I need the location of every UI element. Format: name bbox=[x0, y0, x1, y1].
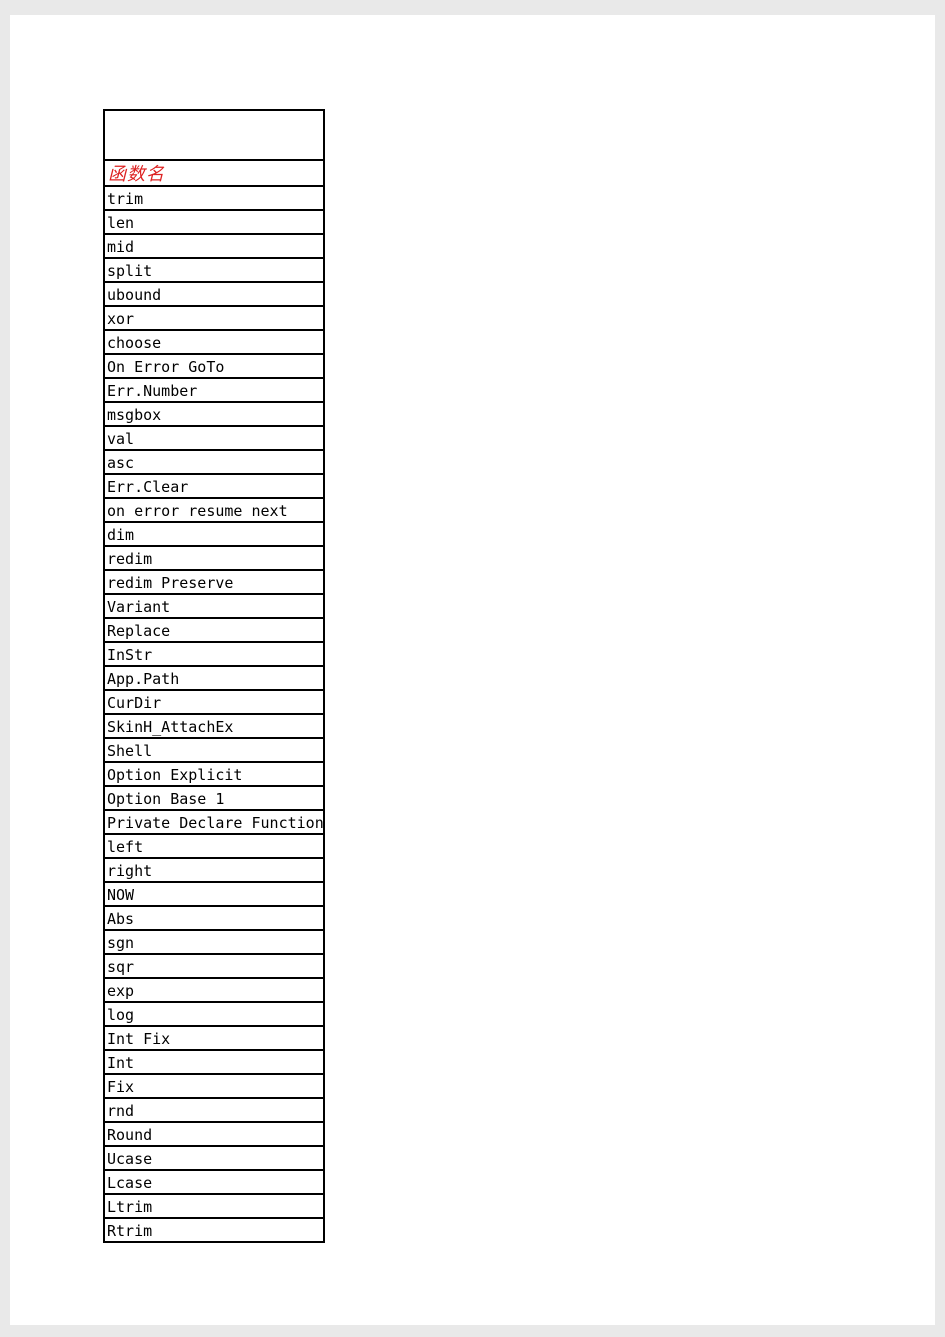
table-row: redim bbox=[105, 547, 323, 571]
table-row: App.Path bbox=[105, 667, 323, 691]
table-row: split bbox=[105, 259, 323, 283]
table-row: rnd bbox=[105, 1099, 323, 1123]
table-row: msgbox bbox=[105, 403, 323, 427]
table-row: Variant bbox=[105, 595, 323, 619]
table-header-cell: 函数名 bbox=[105, 161, 323, 187]
table-row: sgn bbox=[105, 931, 323, 955]
table-row: SkinH_AttachEx bbox=[105, 715, 323, 739]
table-row: Fix bbox=[105, 1075, 323, 1099]
table-row: redim Preserve bbox=[105, 571, 323, 595]
table-row: trim bbox=[105, 187, 323, 211]
table-row: asc bbox=[105, 451, 323, 475]
table-row: Int Fix bbox=[105, 1027, 323, 1051]
table-row: Abs bbox=[105, 907, 323, 931]
table-row: right bbox=[105, 859, 323, 883]
table-row: Shell bbox=[105, 739, 323, 763]
table-row: sqr bbox=[105, 955, 323, 979]
table-row: Rtrim bbox=[105, 1219, 323, 1243]
table-row: Private Declare Function bbox=[105, 811, 323, 835]
table-row: choose bbox=[105, 331, 323, 355]
table-row: Int bbox=[105, 1051, 323, 1075]
table-row: on error resume next bbox=[105, 499, 323, 523]
table-row: log bbox=[105, 1003, 323, 1027]
table-row: len bbox=[105, 211, 323, 235]
table-row: ubound bbox=[105, 283, 323, 307]
table-row: mid bbox=[105, 235, 323, 259]
function-table: 函数名 trimlenmidsplituboundxorchooseOn Err… bbox=[103, 109, 325, 1243]
table-spacer-row bbox=[105, 111, 323, 161]
table-row: Option Explicit bbox=[105, 763, 323, 787]
table-row: Err.Number bbox=[105, 379, 323, 403]
table-row: Replace bbox=[105, 619, 323, 643]
table-row: InStr bbox=[105, 643, 323, 667]
table-row: dim bbox=[105, 523, 323, 547]
table-row: exp bbox=[105, 979, 323, 1003]
table-row: Err.Clear bbox=[105, 475, 323, 499]
table-row: Ltrim bbox=[105, 1195, 323, 1219]
table-row: CurDir bbox=[105, 691, 323, 715]
table-row: val bbox=[105, 427, 323, 451]
table-row: Option Base 1 bbox=[105, 787, 323, 811]
table-row: xor bbox=[105, 307, 323, 331]
table-row: Ucase bbox=[105, 1147, 323, 1171]
table-row: Lcase bbox=[105, 1171, 323, 1195]
table-row: NOW bbox=[105, 883, 323, 907]
table-row: Round bbox=[105, 1123, 323, 1147]
table-row: On Error GoTo bbox=[105, 355, 323, 379]
table-row: left bbox=[105, 835, 323, 859]
document-page: 函数名 trimlenmidsplituboundxorchooseOn Err… bbox=[10, 15, 935, 1325]
